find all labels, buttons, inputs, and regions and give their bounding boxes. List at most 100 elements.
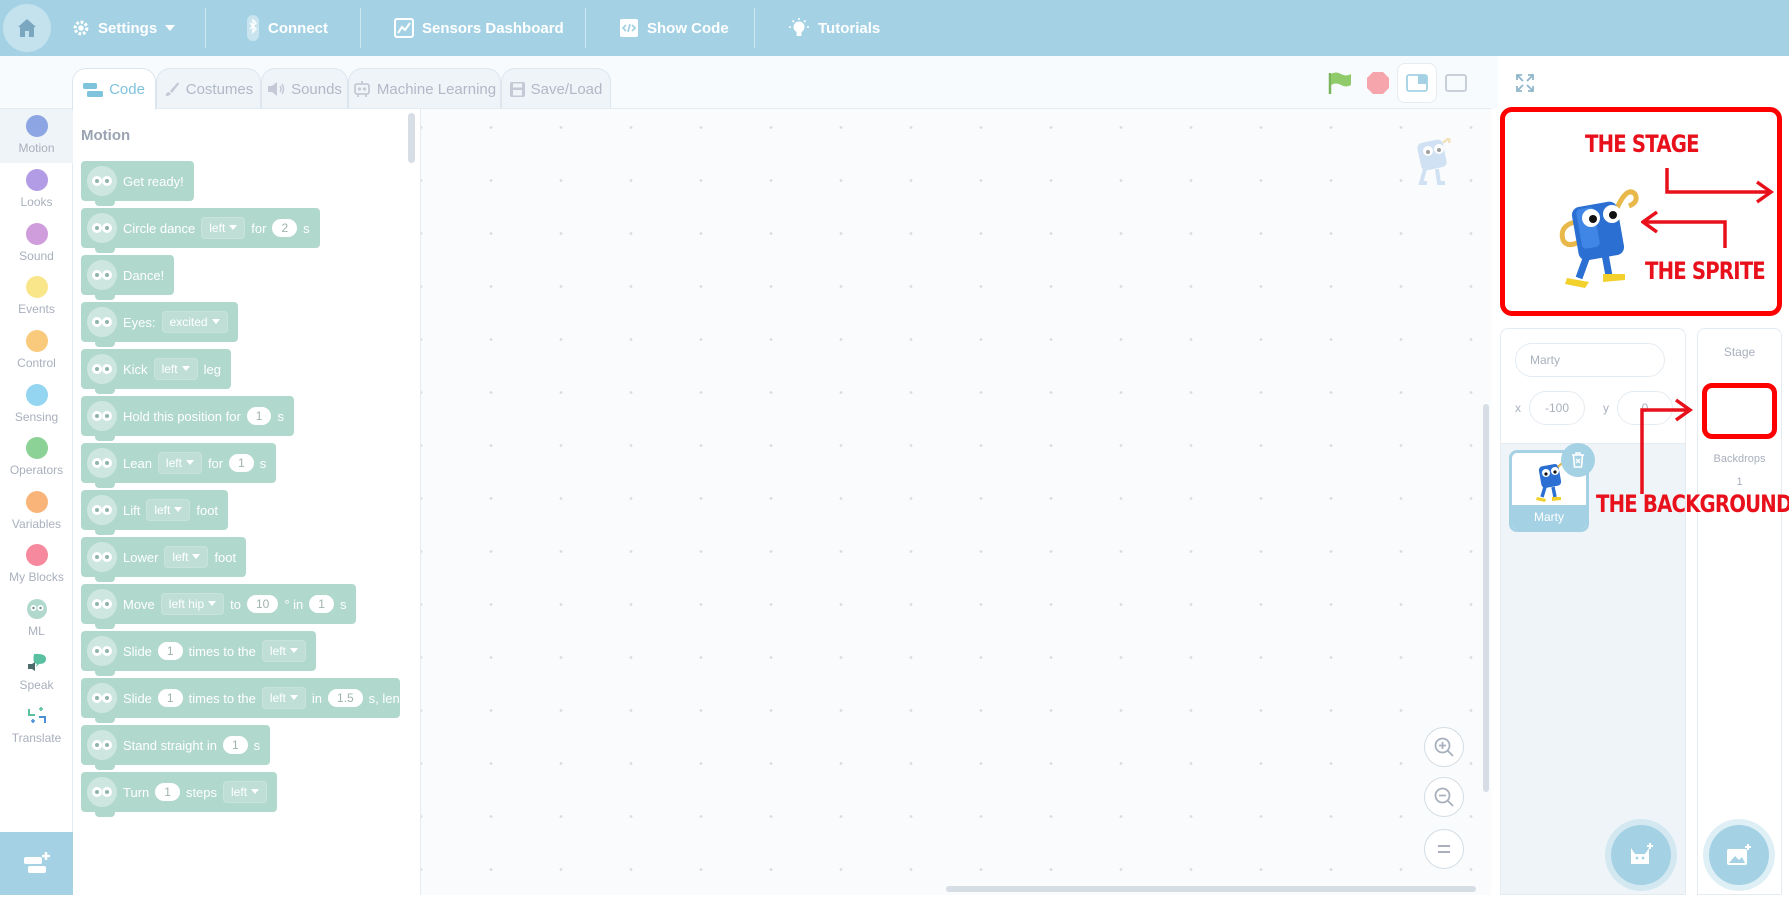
zoom-in-button[interactable]: [1424, 727, 1464, 767]
number-input[interactable]: 1: [157, 642, 183, 660]
block-get-ready[interactable]: Get ready!: [81, 161, 194, 206]
direction-dropdown[interactable]: left: [157, 452, 202, 474]
number-input[interactable]: 10: [247, 595, 279, 613]
category-motion[interactable]: Motion: [0, 109, 73, 163]
direction-dropdown[interactable]: left: [201, 217, 246, 239]
block-text: Kick: [123, 361, 148, 377]
block-dance[interactable]: Dance!: [81, 255, 175, 300]
direction-dropdown[interactable]: left: [223, 781, 268, 803]
side-dropdown[interactable]: left: [164, 546, 209, 568]
block-hold-position[interactable]: Hold this position for 1 s: [81, 396, 294, 441]
joint-dropdown[interactable]: left hip: [160, 593, 225, 615]
category-speak[interactable]: Speak: [0, 646, 73, 700]
caret-down-icon: [211, 319, 220, 324]
block-text: to: [230, 596, 241, 612]
block-text: Move: [123, 596, 155, 612]
stage[interactable]: The Stage The Sprite: [1500, 107, 1782, 316]
add-sprite-button[interactable]: [1611, 825, 1671, 885]
fullscreen-button[interactable]: [1505, 63, 1545, 103]
tab-sounds[interactable]: Sounds: [261, 68, 348, 109]
number-input[interactable]: 1: [155, 783, 180, 801]
sensors-dashboard-menu[interactable]: Sensors Dashboard: [394, 0, 564, 56]
number-input[interactable]: 1.5: [327, 689, 363, 707]
number-input[interactable]: 2: [272, 219, 298, 237]
direction-dropdown[interactable]: left: [261, 687, 306, 709]
speaker-icon: [268, 82, 285, 96]
tab-code[interactable]: Code: [72, 68, 156, 110]
block-lower-foot[interactable]: Lower left foot: [81, 537, 247, 582]
number-input[interactable]: 1: [309, 595, 334, 613]
category-label: Events: [18, 302, 55, 316]
home-button[interactable]: [3, 4, 51, 52]
code-workspace[interactable]: [421, 108, 1491, 895]
block-eyes[interactable]: Eyes: excited: [81, 302, 238, 347]
workspace-horizontal-scrollbar[interactable]: [946, 886, 1476, 892]
arrow-up-right-icon: [1640, 398, 1694, 494]
category-label: Speak: [19, 678, 54, 692]
settings-menu[interactable]: Settings: [72, 0, 176, 56]
connect-menu[interactable]: Connect: [246, 0, 328, 56]
green-flag-button[interactable]: [1320, 63, 1360, 103]
tab-machine-learning[interactable]: Machine Learning: [348, 68, 501, 109]
zoom-reset-button[interactable]: [1424, 829, 1464, 869]
large-stage-button[interactable]: [1436, 63, 1476, 103]
direction-dropdown[interactable]: left: [261, 640, 306, 662]
tab-save-load[interactable]: Save/Load: [501, 68, 611, 109]
marty-robot-sprite-icon[interactable]: [1555, 182, 1647, 294]
backdrop-thumbnail[interactable]: [1702, 383, 1777, 439]
tab-costumes[interactable]: Costumes: [156, 68, 261, 109]
category-control[interactable]: Control: [0, 324, 73, 378]
category-my-blocks[interactable]: My Blocks: [0, 538, 73, 592]
side-dropdown[interactable]: left: [153, 358, 198, 380]
block-turn[interactable]: Turn 1 steps left: [81, 772, 278, 817]
eyes-dropdown[interactable]: excited: [161, 311, 228, 333]
number-input[interactable]: 1: [222, 736, 248, 754]
block-slide-timed[interactable]: Slide 1 times to the left in 1.5 s, len: [81, 678, 400, 723]
category-sensing[interactable]: Sensing: [0, 378, 73, 432]
block-lean[interactable]: Lean left for 1 s: [81, 443, 277, 488]
category-variables[interactable]: Variables: [0, 485, 73, 539]
floppy-disk-icon: [509, 81, 525, 97]
stage-panel[interactable]: Stage Backdrops 1: [1697, 328, 1782, 895]
stop-button[interactable]: [1358, 63, 1398, 103]
dropdown-value: excited: [169, 315, 208, 329]
add-extension-button[interactable]: [0, 832, 73, 895]
marty-face-icon: [87, 683, 117, 713]
block-kick[interactable]: Kick left leg: [81, 349, 231, 394]
workspace-vertical-scrollbar[interactable]: [1483, 404, 1489, 792]
delete-sprite-button[interactable]: [1561, 443, 1595, 477]
tutorials-menu[interactable]: Tutorials: [788, 0, 880, 56]
category-sound[interactable]: Sound: [0, 217, 73, 271]
tab-save-load-label: Save/Load: [530, 80, 603, 98]
side-dropdown[interactable]: left: [146, 499, 191, 521]
small-stage-button[interactable]: [1397, 63, 1437, 103]
palette-category-title: Motion: [81, 127, 131, 144]
brush-icon: [165, 82, 179, 96]
number-input[interactable]: 1: [246, 407, 272, 425]
number-input[interactable]: 1: [229, 454, 254, 472]
show-code-menu[interactable]: Show Code: [619, 0, 729, 56]
category-translate[interactable]: Translate: [0, 699, 73, 753]
add-backdrop-button[interactable]: [1709, 825, 1769, 885]
sprite-name-field[interactable]: Marty: [1515, 343, 1665, 377]
fullscreen-icon: [1516, 74, 1534, 92]
category-operators[interactable]: Operators: [0, 431, 73, 485]
number-input[interactable]: 1: [157, 689, 183, 707]
block-lift-foot[interactable]: Lift left foot: [81, 490, 229, 535]
palette-scrollbar[interactable]: [408, 113, 415, 163]
x-position-field[interactable]: -100: [1529, 391, 1585, 425]
block-text: for: [251, 220, 267, 236]
block-stand-straight[interactable]: Stand straight in 1 s: [81, 725, 271, 770]
block-circle-dance[interactable]: Circle dance left for 2 s: [81, 208, 320, 253]
x-label: x: [1515, 401, 1521, 415]
block-text: Get ready!: [123, 173, 184, 189]
menu-divider: [585, 8, 586, 48]
block-slide[interactable]: Slide 1 times to the left: [81, 631, 316, 676]
block-move-joint[interactable]: Move left hip to 10 ° in 1 s: [81, 584, 357, 629]
annotation-the-sprite: The Sprite: [1645, 257, 1766, 285]
category-looks[interactable]: Looks: [0, 163, 73, 217]
category-events[interactable]: Events: [0, 270, 73, 324]
zoom-out-button[interactable]: [1424, 777, 1464, 817]
category-ml[interactable]: ML: [0, 592, 73, 646]
block-text: times to the: [188, 643, 256, 659]
